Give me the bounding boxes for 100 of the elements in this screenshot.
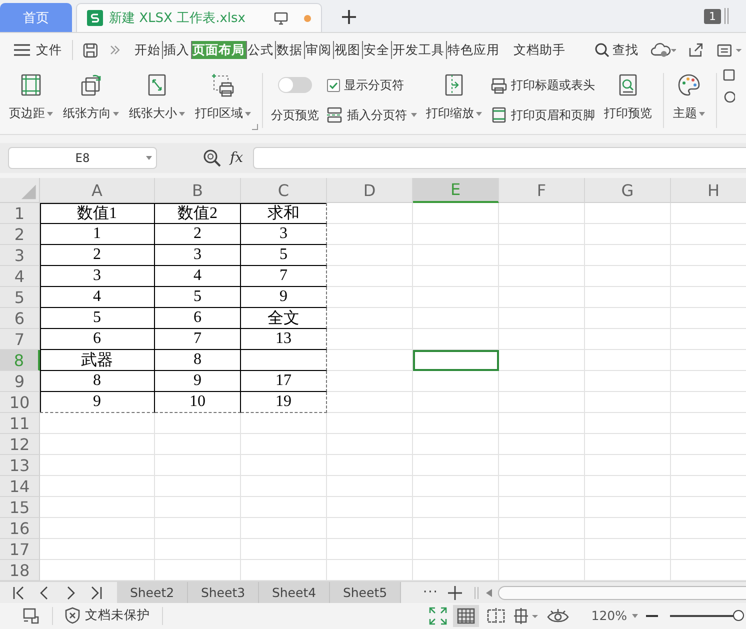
scroll-left-icon[interactable] bbox=[486, 588, 492, 596]
row-header[interactable]: 9 bbox=[0, 371, 40, 392]
plus-icon[interactable] bbox=[342, 10, 356, 24]
caret-icon[interactable] bbox=[699, 112, 705, 116]
table-cell[interactable]: 数值2 bbox=[155, 203, 241, 224]
table-cell[interactable]: 5 bbox=[241, 245, 327, 266]
column-header[interactable]: D bbox=[327, 178, 413, 203]
table-cell[interactable]: 5 bbox=[155, 287, 241, 308]
table-cell[interactable]: 武器 bbox=[40, 350, 155, 371]
table-cell[interactable]: 数值1 bbox=[40, 203, 155, 224]
plus-icon[interactable] bbox=[448, 586, 462, 600]
column-header[interactable]: F bbox=[499, 178, 585, 203]
table-cell[interactable]: 1 bbox=[40, 224, 155, 245]
row-header[interactable]: 4 bbox=[0, 266, 40, 287]
sheet-tab[interactable]: Sheet4 bbox=[259, 582, 330, 603]
table-cell[interactable]: 7 bbox=[155, 329, 241, 350]
row-header[interactable]: 2 bbox=[0, 224, 40, 245]
table-cell[interactable]: 7 bbox=[241, 266, 327, 287]
column-header[interactable]: B bbox=[155, 178, 241, 203]
row-header[interactable]: 14 bbox=[0, 476, 40, 497]
menu-tab[interactable]: 开始 bbox=[134, 41, 163, 59]
splitter-icon[interactable] bbox=[474, 586, 480, 600]
function-button[interactable]: fx bbox=[230, 150, 244, 166]
table-cell[interactable]: 2 bbox=[155, 224, 241, 245]
column-header[interactable]: A bbox=[40, 178, 155, 203]
table-cell[interactable]: 3 bbox=[40, 266, 155, 287]
ribbon-button[interactable]: 打印缩放 bbox=[423, 67, 485, 134]
sheet-tab[interactable]: Sheet2 bbox=[117, 582, 188, 603]
zoom-icon[interactable] bbox=[203, 149, 221, 167]
row-header[interactable]: 10 bbox=[0, 392, 40, 413]
cloud-icon[interactable] bbox=[650, 42, 676, 58]
fullscreen-icon[interactable] bbox=[429, 606, 448, 624]
table-cell[interactable]: 19 bbox=[241, 392, 327, 413]
row-header[interactable]: 17 bbox=[0, 539, 40, 560]
menu-tab[interactable]: 审阅 bbox=[304, 41, 334, 59]
row-header[interactable]: 5 bbox=[0, 287, 40, 308]
row-header[interactable]: 12 bbox=[0, 434, 40, 455]
first-sheet-icon[interactable] bbox=[12, 586, 25, 600]
row-header[interactable]: 1 bbox=[0, 203, 40, 224]
slider-thumb[interactable] bbox=[732, 610, 744, 620]
caret-icon[interactable] bbox=[113, 112, 119, 116]
checkbox[interactable] bbox=[327, 79, 340, 92]
table-cell[interactable]: 17 bbox=[241, 371, 327, 392]
select-all-icon[interactable] bbox=[0, 178, 40, 203]
checkbox-option[interactable]: 显示分页符 bbox=[327, 77, 417, 94]
table-cell[interactable]: 求和 bbox=[241, 203, 327, 224]
ribbon-button[interactable]: 纸张大小 bbox=[126, 67, 188, 134]
share-icon[interactable] bbox=[688, 42, 704, 58]
menu-tab[interactable]: 文档助手 bbox=[512, 41, 567, 59]
ribbon-button[interactable]: 打印页眉和页脚 bbox=[491, 106, 595, 124]
name-box[interactable]: E8 bbox=[8, 147, 157, 169]
table-cell[interactable]: 3 bbox=[241, 224, 327, 245]
active-cell[interactable] bbox=[413, 350, 499, 371]
ribbon-button[interactable]: 主题 bbox=[670, 67, 708, 134]
ribbon-button[interactable]: 页边距 bbox=[6, 67, 56, 134]
last-sheet-icon[interactable] bbox=[90, 586, 103, 600]
table-cell[interactable]: 13 bbox=[241, 329, 327, 350]
menu-tab[interactable]: 视图 bbox=[334, 41, 363, 59]
table-cell[interactable]: 4 bbox=[155, 266, 241, 287]
sheet-tab[interactable]: Sheet3 bbox=[188, 582, 259, 603]
ribbon-button[interactable]: 纸张方向 bbox=[60, 67, 122, 134]
page-break-view-icon[interactable] bbox=[487, 606, 506, 624]
ribbon-button[interactable]: 打印区域 bbox=[192, 67, 254, 134]
row-header[interactable]: 15 bbox=[0, 497, 40, 518]
caret-icon[interactable] bbox=[411, 113, 417, 118]
caret-icon[interactable] bbox=[146, 156, 152, 160]
chevron-icon[interactable] bbox=[110, 45, 120, 55]
column-header[interactable]: C bbox=[241, 178, 327, 203]
menu-tab[interactable]: 安全 bbox=[362, 41, 392, 59]
table-cell[interactable]: 全文 bbox=[241, 308, 327, 329]
column-header[interactable]: H bbox=[671, 178, 746, 203]
caret-icon[interactable] bbox=[632, 614, 638, 618]
normal-view-button[interactable] bbox=[453, 604, 480, 626]
table-cell[interactable]: 5 bbox=[40, 308, 155, 329]
row-header[interactable]: 11 bbox=[0, 413, 40, 434]
ribbon-button[interactable]: 打印预览 bbox=[601, 67, 655, 134]
row-header[interactable]: 13 bbox=[0, 455, 40, 476]
ribbon-button[interactable]: 打印标题或表头 bbox=[491, 77, 595, 94]
row-header[interactable]: 16 bbox=[0, 518, 40, 539]
file-menu-button[interactable]: 文件 bbox=[14, 42, 62, 58]
column-header[interactable]: G bbox=[585, 178, 671, 203]
row-header[interactable]: 18 bbox=[0, 560, 40, 581]
row-header[interactable]: 7 bbox=[0, 329, 40, 350]
table-cell[interactable]: 8 bbox=[155, 350, 241, 371]
table-cell[interactable]: 4 bbox=[40, 287, 155, 308]
freeze-icon[interactable] bbox=[513, 606, 540, 624]
table-cell[interactable]: 9 bbox=[241, 287, 327, 308]
caret-icon[interactable] bbox=[179, 112, 185, 116]
formula-input[interactable] bbox=[253, 147, 746, 169]
table-cell[interactable]: 3 bbox=[155, 245, 241, 266]
menu-tab[interactable]: 特色应用 bbox=[446, 41, 501, 59]
window-count-badge[interactable]: 1 bbox=[704, 9, 721, 24]
table-cell[interactable]: 6 bbox=[40, 329, 155, 350]
caret-icon[interactable] bbox=[476, 112, 482, 116]
eye-icon[interactable] bbox=[547, 608, 570, 624]
zoom-level-dropdown[interactable]: 120% bbox=[591, 608, 638, 623]
table-cell[interactable]: 6 bbox=[155, 308, 241, 329]
table-cell[interactable]: 9 bbox=[155, 371, 241, 392]
search-button[interactable]: 查找 bbox=[594, 42, 639, 58]
table-cell[interactable]: 9 bbox=[40, 392, 155, 413]
